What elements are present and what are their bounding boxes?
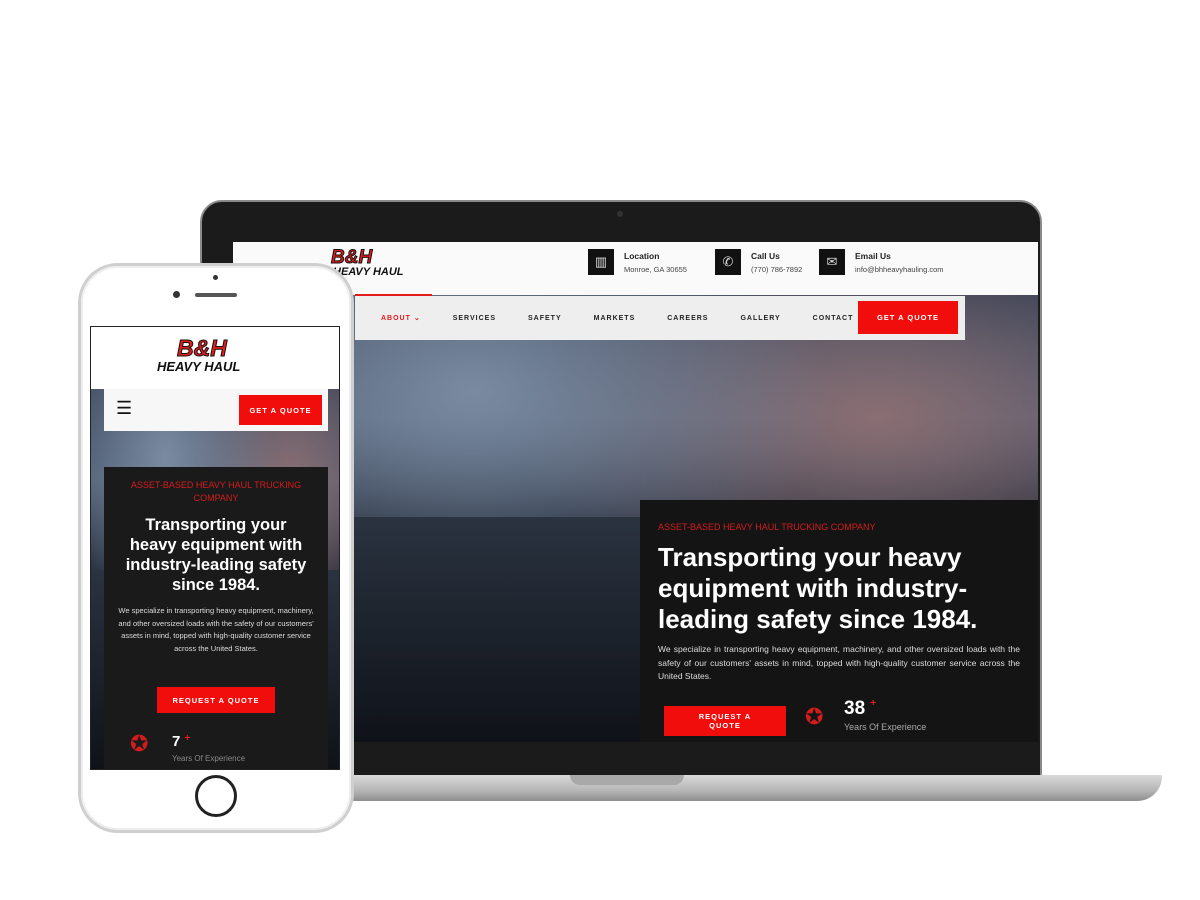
mobile-hero-card: ASSET-BASED HEAVY HAUL TRUCKING COMPANY … <box>104 467 328 769</box>
nav-gallery[interactable]: GALLERY <box>740 315 780 322</box>
nav-services[interactable]: SERVICES <box>453 315 496 322</box>
award-icon: ✪ <box>130 731 149 756</box>
mobile-logo[interactable]: B&H HEAVY HAUL <box>153 336 240 373</box>
laptop-notch <box>570 775 684 785</box>
laptop-camera <box>617 211 623 217</box>
email-info[interactable]: ✉ Email Us info@bhheavyhauling.com <box>819 249 944 275</box>
hero-title: Transporting your heavy equipment with i… <box>658 542 978 634</box>
envelope-icon: ✉ <box>819 249 845 275</box>
top-bar: B&H HEAVY HAUL ▥ Location Monroe, GA 3065… <box>233 242 1038 295</box>
get-quote-button[interactable]: GET A QUOTE <box>858 301 958 334</box>
award-icon: ✪ <box>805 704 824 729</box>
stat-value: 38 + <box>844 698 877 719</box>
hero-body: We specialize in transporting heavy equi… <box>658 644 1020 681</box>
phone-camera <box>173 291 180 298</box>
call-info[interactable]: ✆ Call Us (770) 786-7892 <box>715 249 802 275</box>
phone-screen: B&H HEAVY HAUL ☰ GET A QUOTE ASSET-BASED… <box>90 326 340 770</box>
mobile-hero-title: Transporting your heavy equipment with i… <box>125 516 307 594</box>
hero-card: ASSET-BASED HEAVY HAUL TRUCKING COMPANY … <box>640 500 1038 742</box>
hamburger-menu-icon[interactable]: ☰ <box>116 398 132 419</box>
mobile-hero-tagline: ASSET-BASED HEAVY HAUL TRUCKING COMPANY <box>130 480 302 503</box>
nav-careers[interactable]: CAREERS <box>667 315 708 322</box>
phone-sensor <box>213 275 218 280</box>
nav-about[interactable]: ABOUT ⌄ <box>381 314 421 322</box>
phone-icon: ✆ <box>715 249 741 275</box>
mobile-request-quote-button[interactable]: REQUEST A QUOTE <box>157 687 275 713</box>
hero-tagline: ASSET-BASED HEAVY HAUL TRUCKING COMPANY <box>658 522 876 532</box>
chevron-down-icon: ⌄ <box>413 315 421 322</box>
building-icon: ▥ <box>588 249 614 275</box>
mobile-stat-value: 7 + <box>172 733 191 750</box>
mobile-hero-body: We specialize in transporting heavy equi… <box>118 606 314 653</box>
mobile-stat-label: Years Of Experience <box>172 754 246 763</box>
mobile-header: B&H HEAVY HAUL <box>91 327 339 389</box>
phone-speaker <box>195 293 237 297</box>
nav-markets[interactable]: MARKETS <box>594 315 636 322</box>
nav-contact[interactable]: CONTACT <box>813 315 854 322</box>
nav-safety[interactable]: SAFETY <box>528 315 562 322</box>
mobile-nav: ☰ GET A QUOTE <box>104 389 328 431</box>
location-info: ▥ Location Monroe, GA 30655 <box>588 249 687 275</box>
stat-label: Years Of Experience <box>844 722 927 732</box>
request-quote-button[interactable]: REQUEST A QUOTE <box>664 706 786 736</box>
phone-home-button <box>195 775 237 817</box>
mobile-get-quote-button[interactable]: GET A QUOTE <box>239 395 322 425</box>
